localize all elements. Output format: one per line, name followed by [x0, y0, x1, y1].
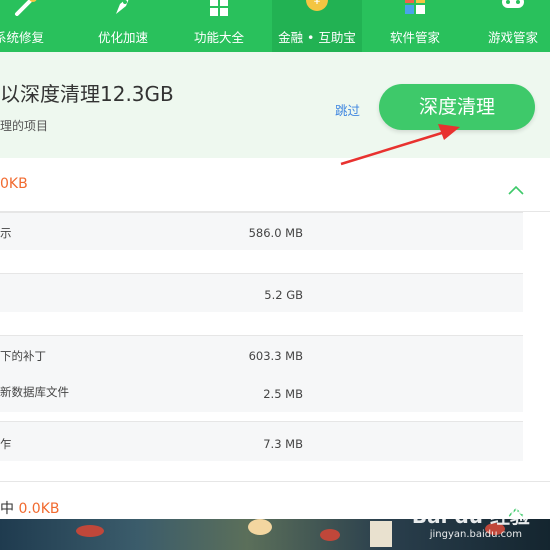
annotation-arrow [340, 124, 460, 166]
